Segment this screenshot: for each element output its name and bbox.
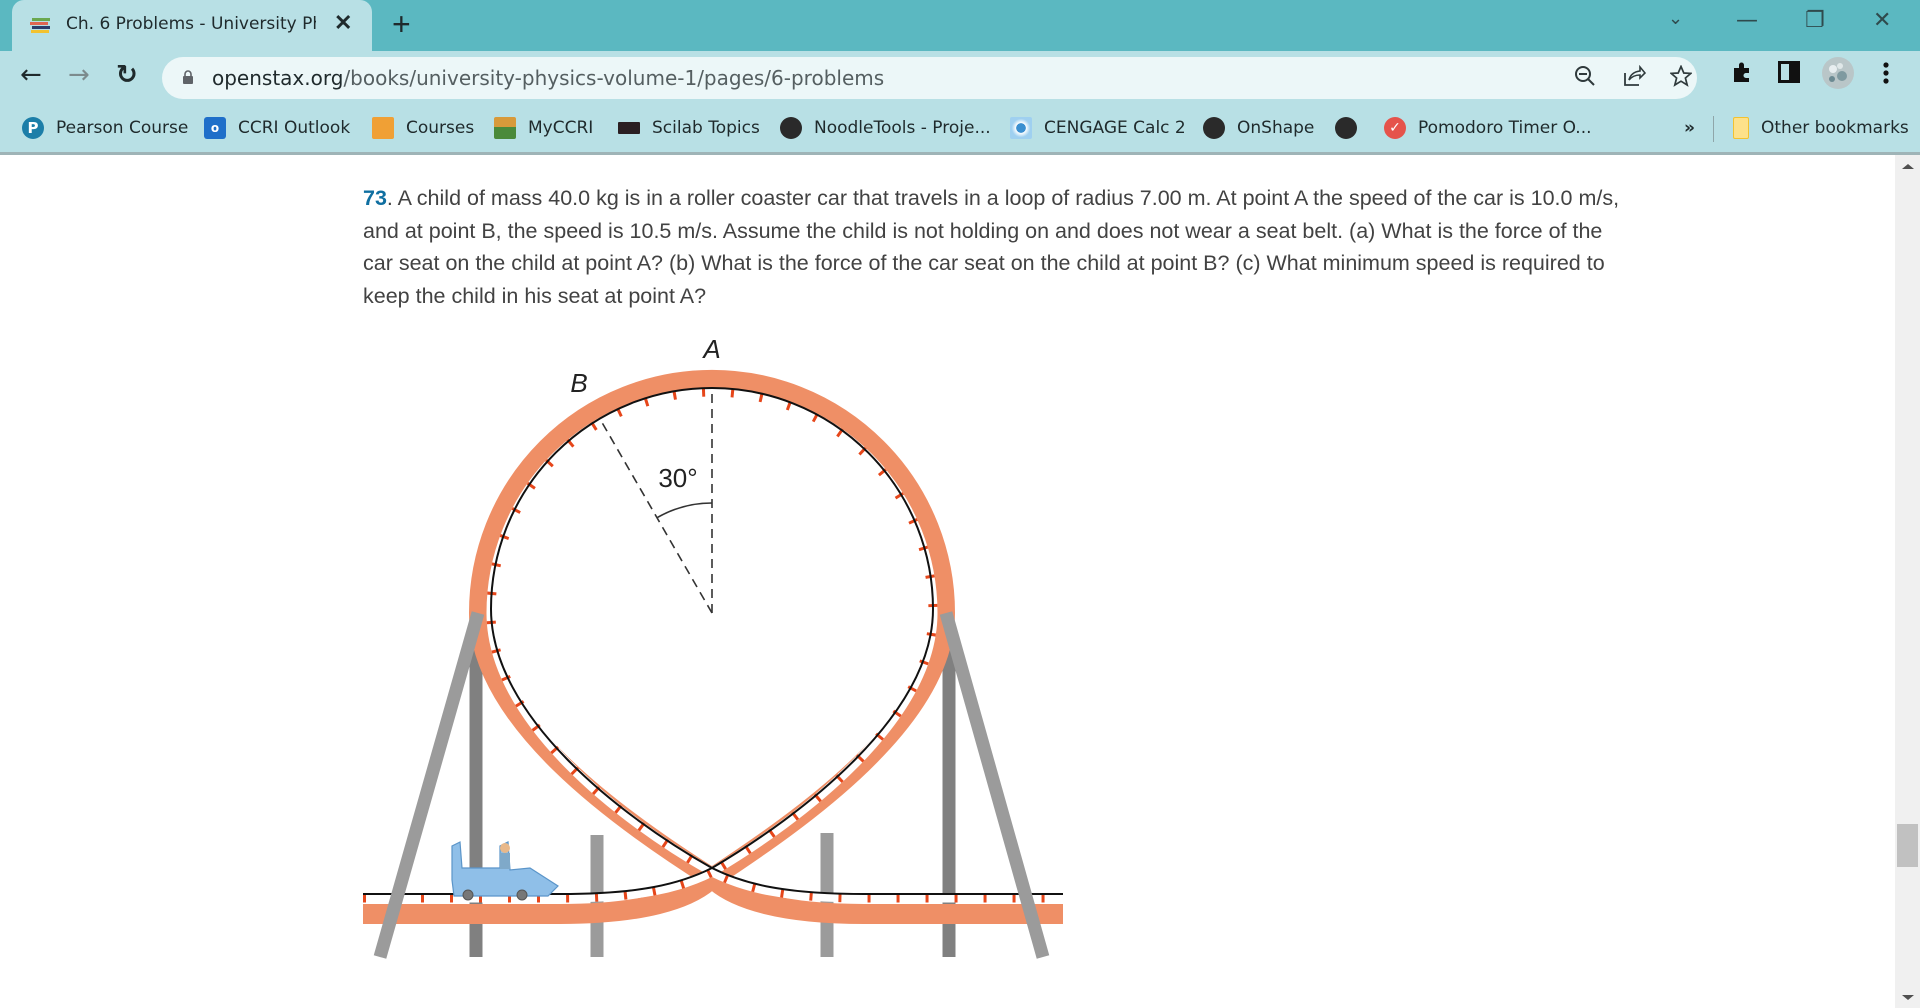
scilab-icon	[618, 122, 640, 134]
reload-icon[interactable]: ↻	[116, 60, 138, 90]
problem-73: 73. A child of mass 40.0 kg is in a roll…	[363, 182, 1633, 312]
share-icon[interactable]	[1622, 64, 1647, 93]
cengage-icon	[1010, 117, 1032, 139]
vertical-scrollbar[interactable]	[1895, 155, 1920, 1008]
bookmark-myccri[interactable]: MyCCRI	[494, 114, 593, 142]
toolbar: ← → ↻ openstax.org/books/university-phys…	[0, 51, 1920, 104]
bookmark-cengage-calc-2[interactable]: CENGAGE Calc 2	[1010, 114, 1186, 142]
menu-icon[interactable]	[1882, 61, 1890, 92]
side-panel-icon[interactable]	[1778, 61, 1800, 90]
bookmark-star-icon[interactable]	[1669, 64, 1693, 93]
tab-strip: Ch. 6 Problems - University Physics Volu…	[0, 0, 1920, 51]
bookmark-scilab-topics[interactable]: Scilab Topics	[618, 114, 760, 142]
tab-active[interactable]: Ch. 6 Problems - University Physics Volu…	[12, 0, 372, 51]
extensions-icon[interactable]	[1730, 60, 1754, 91]
bookmark-pomodoro-timer[interactable]: ✓ Pomodoro Timer O...	[1384, 114, 1592, 142]
browser-chrome: Ch. 6 Problems - University Physics Volu…	[0, 0, 1920, 155]
tab-close-icon[interactable]: ✕	[334, 10, 352, 36]
problem-text: . A child of mass 40.0 kg is in a roller…	[363, 186, 1620, 308]
pearson-icon: P	[22, 117, 44, 139]
folder-icon	[1733, 117, 1749, 139]
lock-icon	[183, 70, 193, 84]
new-tab-button[interactable]: +	[392, 6, 411, 43]
bookmark-label: Scilab Topics	[652, 118, 760, 138]
bookmark-label: Pearson Course	[56, 118, 189, 138]
globe-icon	[1335, 117, 1357, 139]
bookmark-globe[interactable]	[1335, 114, 1369, 142]
globe-icon	[1203, 117, 1225, 139]
bookmarks-overflow-button[interactable]: »	[1684, 114, 1695, 142]
bookmark-label: Other bookmarks	[1761, 118, 1909, 138]
bookmark-ccri-outlook[interactable]: o CCRI Outlook	[204, 114, 350, 142]
close-window-icon[interactable]: ✕	[1873, 8, 1891, 33]
url-domain: openstax.org	[212, 66, 344, 90]
bookmark-label: MyCCRI	[528, 118, 594, 138]
check-circle-icon: ✓	[1384, 117, 1406, 139]
bookmark-label: NoodleTools - Proje...	[814, 118, 991, 138]
back-icon[interactable]: ←	[20, 60, 42, 90]
profile-avatar[interactable]	[1822, 57, 1854, 96]
restore-icon[interactable]: ❐	[1805, 8, 1825, 33]
bookmark-label: CCRI Outlook	[238, 118, 351, 138]
problem-number-link[interactable]: 73	[363, 186, 387, 210]
myccri-icon	[494, 117, 516, 139]
bookmark-noodletools[interactable]: NoodleTools - Proje...	[780, 114, 991, 142]
zoom-out-icon[interactable]	[1574, 65, 1596, 93]
openstax-books-icon	[30, 18, 50, 33]
tab-search-icon[interactable]: ⌄	[1668, 8, 1683, 29]
minimize-icon[interactable]: —	[1736, 8, 1758, 33]
scroll-up-arrow-icon[interactable]	[1902, 164, 1914, 169]
bookmarks-divider	[1713, 116, 1714, 142]
bookmark-courses[interactable]: Courses	[372, 114, 474, 142]
pencil-icon	[372, 117, 394, 139]
bookmarks-bar: P Pearson Course o CCRI Outlook Courses …	[0, 104, 1920, 152]
scroll-down-arrow-icon[interactable]	[1902, 995, 1914, 1000]
address-bar[interactable]: openstax.org/books/university-physics-vo…	[162, 57, 1697, 99]
tab-title: Ch. 6 Problems - University Physics Volu…	[66, 14, 316, 34]
url-text[interactable]: openstax.org/books/university-physics-vo…	[212, 66, 884, 90]
bookmark-label: Courses	[406, 118, 475, 138]
bookmark-onshape[interactable]: OnShape	[1203, 114, 1314, 142]
page-content: 73. A child of mass 40.0 kg is in a roll…	[0, 155, 1895, 1008]
outlook-icon: o	[204, 117, 226, 139]
bookmark-label: CENGAGE Calc 2	[1044, 118, 1186, 138]
bookmark-label: OnShape	[1237, 118, 1315, 138]
bookmark-pearson-course[interactable]: P Pearson Course	[22, 114, 188, 142]
forward-icon[interactable]: →	[68, 60, 90, 90]
url-path: /books/university-physics-volume-1/pages…	[343, 66, 885, 90]
bookmark-label: Pomodoro Timer O...	[1418, 118, 1592, 138]
globe-icon	[780, 117, 802, 139]
bookmark-other-bookmarks[interactable]: Other bookmarks	[1733, 114, 1909, 142]
scrollbar-thumb[interactable]	[1897, 824, 1918, 867]
